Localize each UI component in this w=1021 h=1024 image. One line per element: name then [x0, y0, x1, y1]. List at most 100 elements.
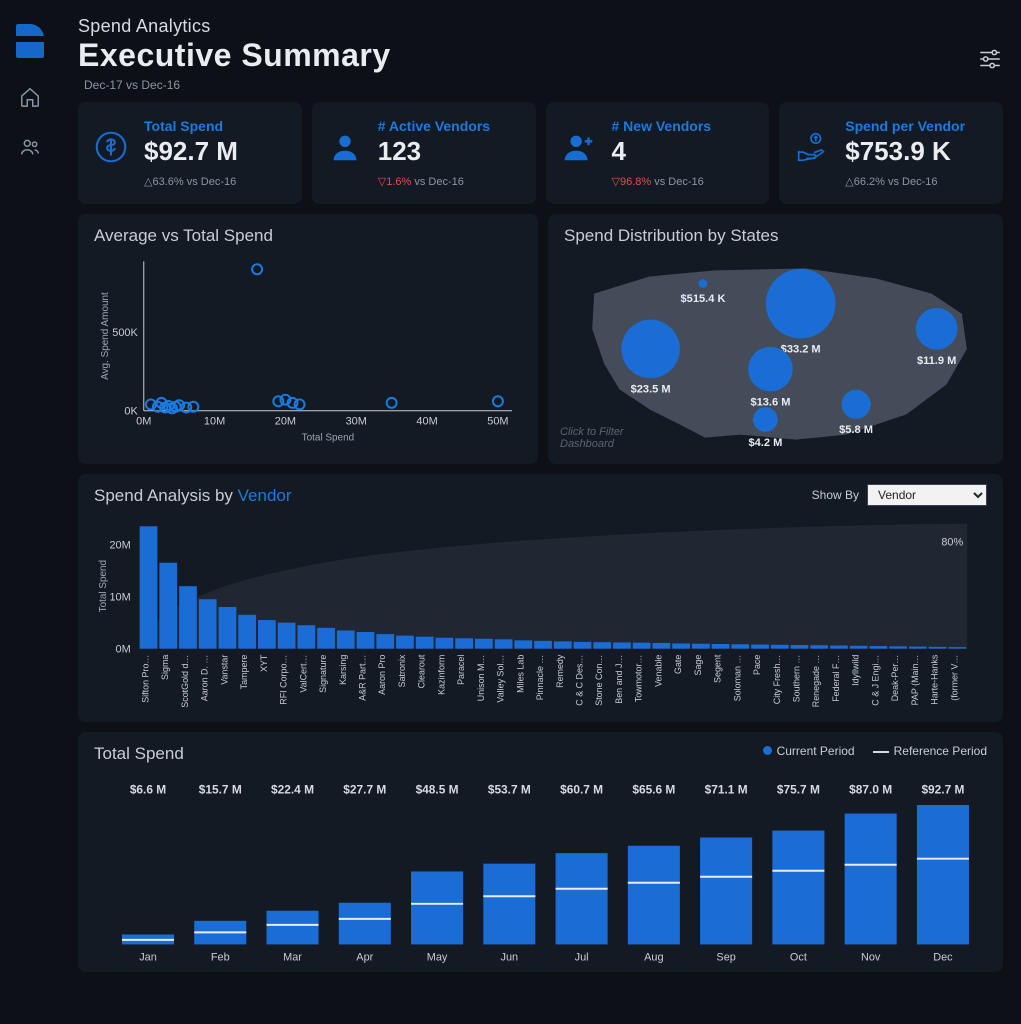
svg-text:Aaron D. …: Aaron D. … [200, 655, 210, 702]
svg-text:Gate: Gate [673, 655, 683, 674]
svg-text:20M: 20M [109, 539, 130, 551]
svg-text:50M: 50M [487, 416, 508, 428]
card-title: Spend per Vendor [845, 118, 965, 134]
card-value: $92.7 M [144, 136, 238, 167]
page-title: Executive Summary [78, 37, 391, 74]
svg-text:ScotGold d…: ScotGold d… [180, 655, 190, 708]
svg-text:Ben and J…: Ben and J… [614, 655, 624, 704]
hand-coin-icon [793, 128, 831, 166]
svg-text:Stone Con…: Stone Con… [594, 655, 604, 706]
map-title: Spend Distribution by States [564, 226, 987, 246]
people-icon[interactable] [19, 136, 41, 158]
svg-text:$6.6 M: $6.6 M [130, 783, 166, 797]
svg-text:$11.9 M: $11.9 M [917, 355, 956, 367]
svg-text:A&R Part…: A&R Part… [358, 655, 368, 701]
dollar-circle-icon [92, 128, 130, 166]
card-title: # New Vendors [612, 118, 712, 134]
card-value: 4 [612, 136, 712, 167]
svg-text:Signature: Signature [318, 655, 328, 693]
kpi-cards-row: Total Spend $92.7 M △63.6% vs Dec-16 # A… [78, 102, 1003, 204]
svg-text:Avg. Spend Amount: Avg. Spend Amount [100, 292, 111, 380]
svg-text:Pace: Pace [752, 655, 762, 675]
svg-text:C & J Engi…: C & J Engi… [870, 655, 880, 706]
spend-legend: Current Period Reference Period [763, 744, 987, 758]
svg-text:40M: 40M [416, 416, 437, 428]
home-icon[interactable] [19, 86, 41, 108]
svg-text:Satronix: Satronix [397, 654, 407, 687]
map-panel: Spend Distribution by States $515.4 K $33… [548, 214, 1003, 464]
vendor-panel: Spend Analysis by Vendor Show By Vendor … [78, 474, 1003, 722]
svg-text:Mar: Mar [283, 951, 302, 963]
svg-text:$5.8 M: $5.8 M [839, 424, 873, 436]
svg-text:$515.4 K: $515.4 K [681, 293, 726, 305]
svg-text:Oct: Oct [790, 951, 807, 963]
settings-sliders-icon[interactable] [977, 46, 1003, 72]
card-total-spend[interactable]: Total Spend $92.7 M △63.6% vs Dec-16 [78, 102, 302, 204]
svg-text:$23.5 M: $23.5 M [631, 383, 671, 395]
card-delta: △63.6% vs Dec-16 [144, 175, 238, 188]
svg-text:Vanstar: Vanstar [219, 655, 229, 685]
svg-text:Jul: Jul [575, 951, 589, 963]
svg-text:(former V…: (former V… [949, 655, 959, 701]
card-title: # Active Vendors [378, 118, 490, 134]
svg-text:Feb: Feb [211, 951, 230, 963]
svg-text:ValCert…: ValCert… [298, 655, 308, 693]
svg-text:Venable: Venable [653, 655, 663, 687]
svg-text:Remedy: Remedy [555, 654, 565, 688]
spend-bar-chart[interactable]: $6.6 MJan$15.7 MFeb$22.4 MMar$27.7 MApr$… [94, 770, 987, 970]
svg-text:$75.7 M: $75.7 M [777, 783, 820, 797]
card-delta: △66.2% vs Dec-16 [845, 175, 965, 188]
svg-text:Paracel: Paracel [456, 655, 466, 685]
scatter-chart[interactable]: 0M10M20M30M40M50M0K500KAvg. Spend Amount… [94, 246, 522, 446]
svg-text:Sep: Sep [716, 951, 735, 963]
card-title: Total Spend [144, 118, 238, 134]
svg-text:Valley Sol…: Valley Sol… [496, 655, 506, 703]
us-map-chart[interactable]: $515.4 K$33.2 M$23.5 M$13.6 M$11.9 M$4.2… [564, 254, 987, 454]
person-plus-icon [560, 128, 598, 166]
svg-text:$65.6 M: $65.6 M [632, 783, 675, 797]
scatter-panel: Average vs Total Spend 0M10M20M30M40M50M… [78, 214, 538, 464]
svg-text:Nov: Nov [861, 951, 881, 963]
svg-text:Idyllwild: Idyllwild [851, 655, 861, 686]
svg-text:Jun: Jun [501, 951, 519, 963]
svg-text:0M: 0M [116, 644, 131, 656]
svg-text:Clearout: Clearout [417, 654, 427, 688]
legend-line-icon [873, 751, 889, 753]
header: Spend Analytics Executive Summary Dec-17… [78, 16, 1003, 92]
svg-text:$33.2 M: $33.2 M [781, 344, 821, 356]
svg-text:Karsing: Karsing [338, 655, 348, 685]
spend-panel: Total Spend Current Period Reference Per… [78, 732, 1003, 972]
svg-text:Segent: Segent [713, 654, 723, 683]
svg-text:Miles Lab: Miles Lab [515, 655, 525, 693]
svg-text:City Fresh…: City Fresh… [772, 655, 782, 705]
card-spend-per-vendor[interactable]: Spend per Vendor $753.9 K △66.2% vs Dec-… [779, 102, 1003, 204]
svg-text:$22.4 M: $22.4 M [271, 783, 314, 797]
svg-text:80%: 80% [941, 536, 963, 548]
svg-text:$27.7 M: $27.7 M [343, 783, 386, 797]
svg-text:Total Spend: Total Spend [98, 560, 109, 612]
svg-text:Aug: Aug [644, 951, 663, 963]
svg-text:30M: 30M [346, 416, 367, 428]
show-by-select[interactable]: Vendor [867, 484, 987, 506]
svg-text:$53.7 M: $53.7 M [488, 783, 531, 797]
main: Spend Analytics Executive Summary Dec-17… [60, 0, 1021, 1024]
svg-text:RFI Corpo…: RFI Corpo… [279, 655, 289, 705]
card-delta: ▽96.8% vs Dec-16 [612, 175, 712, 188]
svg-text:Sigma: Sigma [160, 655, 170, 680]
svg-text:500K: 500K [112, 327, 138, 339]
card-active-vendors[interactable]: # Active Vendors 123 ▽1.6% vs Dec-16 [312, 102, 536, 204]
vendor-bar-chart[interactable]: 0M10M20MTotal Spend80%Sifton Pro…SigmaSc… [94, 506, 987, 712]
breadcrumb: Spend Analytics [78, 16, 391, 37]
card-new-vendors[interactable]: # New Vendors 4 ▽96.8% vs Dec-16 [546, 102, 770, 204]
svg-text:Aaron Pro: Aaron Pro [377, 655, 387, 695]
svg-text:$60.7 M: $60.7 M [560, 783, 603, 797]
svg-text:Deak-Per…: Deak-Per… [890, 655, 900, 702]
show-by-label: Show By [812, 488, 859, 502]
svg-text:20M: 20M [275, 416, 296, 428]
svg-text:Jan: Jan [139, 951, 157, 963]
svg-text:$48.5 M: $48.5 M [416, 783, 459, 797]
svg-text:$13.6 M: $13.6 M [750, 396, 790, 408]
logo-icon [16, 24, 44, 58]
card-delta: ▽1.6% vs Dec-16 [378, 175, 490, 188]
svg-text:Federal F…: Federal F… [831, 655, 841, 702]
